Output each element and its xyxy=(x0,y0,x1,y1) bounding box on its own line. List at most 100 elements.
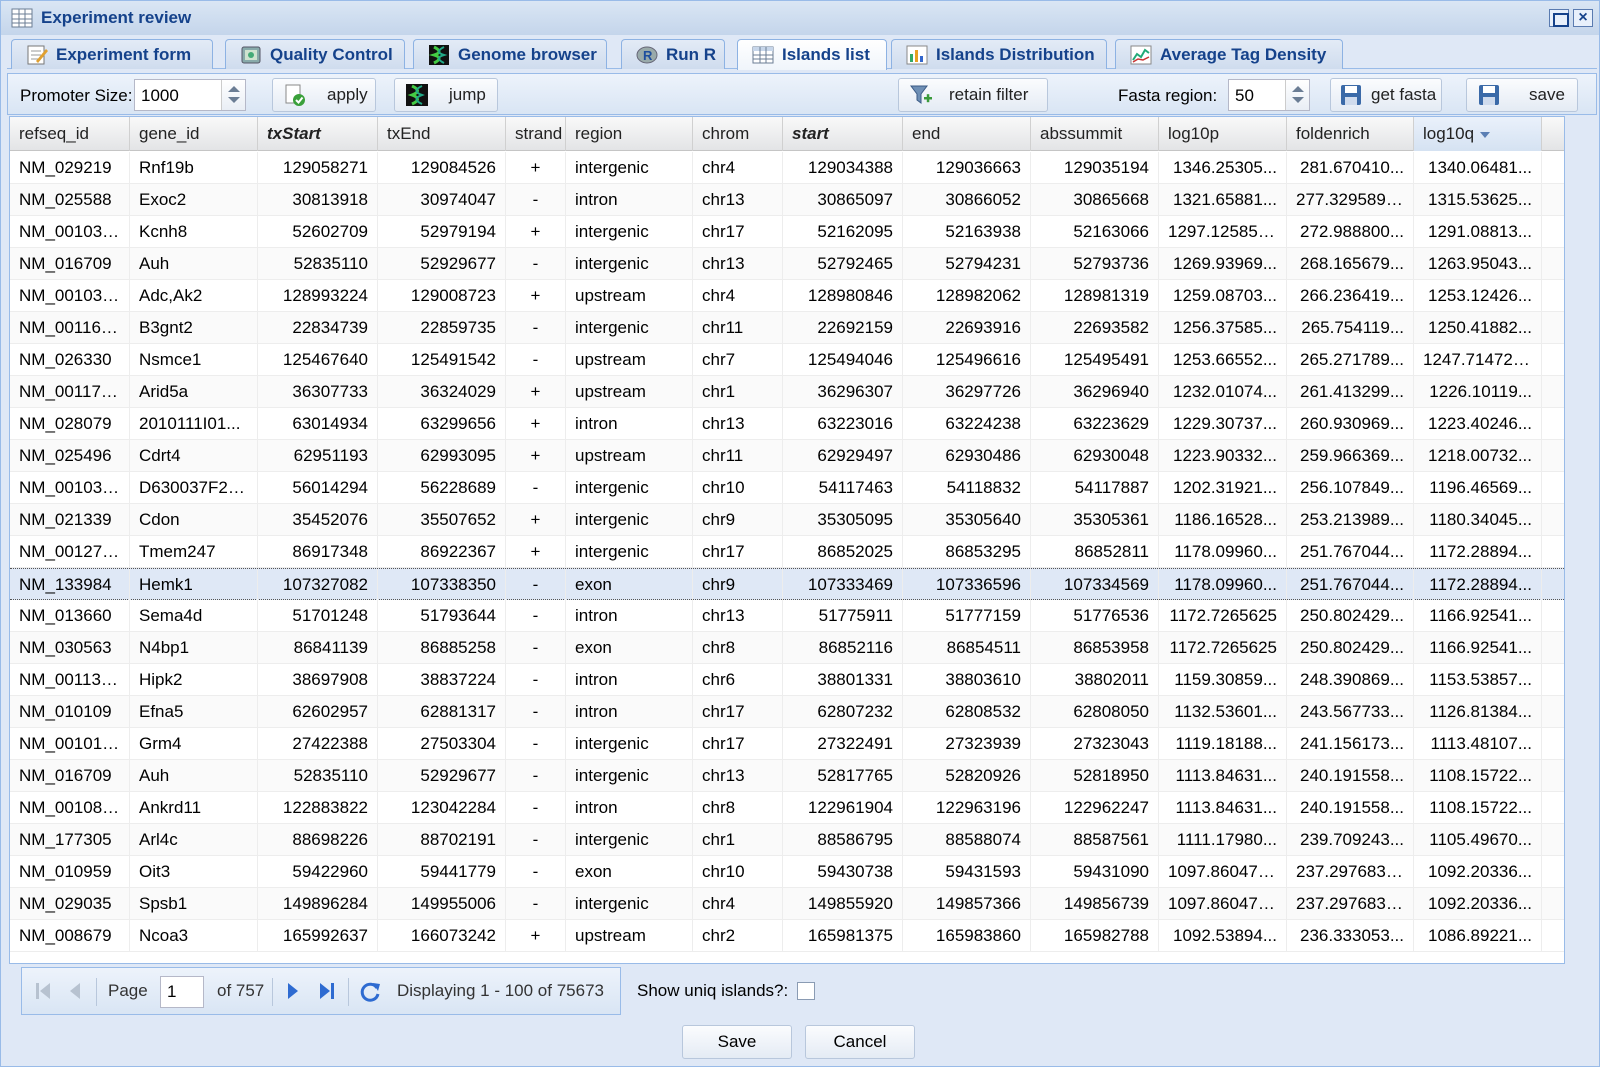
table-row[interactable]: NM_010109 Efna5 62602957 62881317- intron chr… xyxy=(10,696,1564,728)
cell-strand: - xyxy=(506,824,566,855)
cell-txstart: 38697908 xyxy=(258,664,378,695)
table-row[interactable]: NM_016709 Auh 52835110 52929677- intergenic c… xyxy=(10,248,1564,280)
previous-page-icon[interactable] xyxy=(66,980,84,1002)
save-grid-button[interactable]: save xyxy=(1466,78,1578,112)
table-row[interactable]: NM_010959 Oit3 59422960 59441779- exon chr10 5… xyxy=(10,856,1564,888)
cell-gene_id: Auh xyxy=(130,760,258,791)
column-header-txend[interactable]: txEnd xyxy=(378,117,506,151)
column-header-end[interactable]: end xyxy=(903,117,1031,151)
cell-refseq_id: NM_025496 xyxy=(10,440,130,471)
column-header-strand[interactable]: strand xyxy=(506,117,566,151)
save-button[interactable]: Save xyxy=(682,1025,792,1059)
table-row[interactable]: NM_001033... D630037F22... 56014294 5622868… xyxy=(10,472,1564,504)
table-row[interactable]: NM_021339 Cdon 35452076 35507652 + intergenic… xyxy=(10,504,1564,536)
table-row[interactable]: NM_001277... Tmem247 86917348 86922367 + inte… xyxy=(10,536,1564,568)
sort-descending-icon[interactable] xyxy=(1480,131,1491,138)
column-header-region[interactable]: region xyxy=(566,117,693,151)
promoter-size-input[interactable]: 1000 xyxy=(134,79,246,111)
cell-strand: + xyxy=(506,440,566,471)
next-page-icon[interactable] xyxy=(284,980,302,1002)
table-row[interactable]: NM_030563 N4bp1 86841139 86885258- exon chr8 8… xyxy=(10,632,1564,664)
cell-gene_id: D630037F22... xyxy=(130,472,258,503)
grid-body[interactable]: NM_029219 Rnf19b 129058271 129084526 + interg… xyxy=(10,152,1564,963)
tab-run-r[interactable]: R Run R xyxy=(621,39,725,69)
cell-refseq_id: NM_001031... xyxy=(10,216,130,247)
column-header-start[interactable]: start xyxy=(783,117,903,151)
refresh-icon[interactable] xyxy=(358,980,382,1004)
first-page-icon[interactable] xyxy=(34,980,54,1002)
table-row[interactable]: NM_008679 Ncoa3 165992637 166073242 + upstrea… xyxy=(10,920,1564,952)
cell-refseq_id: NM_010109 xyxy=(10,696,130,727)
cell-strand: - xyxy=(506,569,566,600)
cell-txstart: 30813918 xyxy=(258,184,378,215)
cancel-button[interactable]: Cancel xyxy=(805,1025,915,1059)
table-row[interactable]: NM_001013... Grm4 27422388 27503304- interge… xyxy=(10,728,1564,760)
cell-txstart: 52835110 xyxy=(258,760,378,791)
table-icon xyxy=(752,46,774,64)
retain-filter-button[interactable]: retain filter xyxy=(898,78,1048,112)
cell-abssummit: 36296940 xyxy=(1031,376,1159,407)
table-row[interactable]: NM_133984 Hemk1 107327082 107338350- exon chr… xyxy=(10,568,1564,600)
cell-log10p: 1346.25305... xyxy=(1159,152,1287,183)
close-icon[interactable]: × xyxy=(1573,9,1593,27)
fasta-region-input[interactable]: 50 xyxy=(1228,79,1310,111)
column-header-log10q[interactable]: log10q xyxy=(1414,117,1542,151)
column-header-txstart[interactable]: txStart xyxy=(258,117,378,151)
apply-button[interactable]: apply xyxy=(272,78,376,112)
table-row[interactable]: NM_029035 Spsb1 149896284 149955006- interge… xyxy=(10,888,1564,920)
tab-average-tag-density[interactable]: Average Tag Density xyxy=(1115,39,1343,69)
table-row[interactable]: NM_001136... Hipk2 38697908 38837224- intron… xyxy=(10,664,1564,696)
tab-islands-list[interactable]: Islands list xyxy=(737,39,887,70)
tab-label: Experiment form xyxy=(56,44,192,64)
get-fasta-button[interactable]: get fasta xyxy=(1330,78,1442,112)
table-row[interactable]: NM_029219 Rnf19b 129058271 129084526 + interg… xyxy=(10,152,1564,184)
column-header-log10p[interactable]: log10p xyxy=(1159,117,1287,151)
show-uniq-islands-checkbox[interactable] xyxy=(797,982,815,1000)
maximize-icon[interactable] xyxy=(1549,9,1569,27)
cell-start: 149855920 xyxy=(783,888,903,919)
cell-txstart: 51701248 xyxy=(258,600,378,631)
cell-chrom: chr9 xyxy=(693,569,783,600)
floppy-disk-icon xyxy=(1479,85,1499,105)
cell-foldenrich: 265.754119... xyxy=(1287,312,1414,343)
spinner-arrows-icon[interactable] xyxy=(221,80,245,110)
cell-txend: 125491542 xyxy=(378,344,506,375)
table-row[interactable]: NM_001033... Adc,Ak2 128993224 129008723 + up… xyxy=(10,280,1564,312)
column-header-chrom[interactable]: chrom xyxy=(693,117,783,151)
cell-foldenrich: 265.271789... xyxy=(1287,344,1414,375)
fasta-region-label: Fasta region: xyxy=(1118,86,1218,105)
cell-txstart: 129058271 xyxy=(258,152,378,183)
cell-txend: 52929677 xyxy=(378,248,506,279)
spinner-arrows-icon[interactable] xyxy=(1285,80,1309,110)
cell-gene_id: Arid5a xyxy=(130,376,258,407)
cell-txstart: 52835110 xyxy=(258,248,378,279)
column-header-foldenrich[interactable]: foldenrich xyxy=(1287,117,1414,151)
tab-experiment-form[interactable]: Experiment form xyxy=(11,39,213,69)
window-titlebar[interactable]: Experiment review × xyxy=(1,1,1599,35)
table-row[interactable]: NM_026330 Nsmce1 125467640 125491542- upstre… xyxy=(10,344,1564,376)
cell-region: upstream xyxy=(566,344,693,375)
jump-button[interactable]: jump xyxy=(394,78,498,112)
cell-strand: + xyxy=(506,280,566,311)
table-row[interactable]: NM_001169... B3gnt2 22834739 22859735- inter… xyxy=(10,312,1564,344)
page-number-input[interactable]: 1 xyxy=(160,976,204,1008)
table-row[interactable]: NM_025588 Exoc2 30813918 30974047- intron chr… xyxy=(10,184,1564,216)
cell-txstart: 165992637 xyxy=(258,920,378,951)
tab-genome-browser[interactable]: Genome browser xyxy=(413,39,607,69)
cell-region: intron xyxy=(566,184,693,215)
table-row[interactable]: NM_013660 Sema4d 51701248 51793644- intron ch… xyxy=(10,600,1564,632)
table-row[interactable]: NM_001031... Kcnh8 52602709 52979194 + interg… xyxy=(10,216,1564,248)
table-row[interactable]: NM_016709 Auh 52835110 52929677- intergenic c… xyxy=(10,760,1564,792)
column-header-abssummit[interactable]: abssummit xyxy=(1031,117,1159,151)
tab-islands-distribution[interactable]: Islands Distribution xyxy=(891,39,1107,69)
table-row[interactable]: NM_025496 Cdrt4 62951193 62993095 + upstream c… xyxy=(10,440,1564,472)
table-row[interactable]: NM_177305 Arl4c 88698226 88702191- intergeni… xyxy=(10,824,1564,856)
column-header-refseq_id[interactable]: refseq_id xyxy=(10,117,130,151)
column-header-gene_id[interactable]: gene_id xyxy=(130,117,258,151)
tab-quality-control[interactable]: Quality Control xyxy=(225,39,405,69)
table-row[interactable]: NM_028079 2010111I01... 63014934 63299656 + i… xyxy=(10,408,1564,440)
last-page-icon[interactable] xyxy=(316,980,336,1002)
table-row[interactable]: NM_001172... Arid5a 36307733 36324029 + upstr… xyxy=(10,376,1564,408)
table-row[interactable]: NM_001081... Ankrd11 122883822 123042284- in… xyxy=(10,792,1564,824)
cell-foldenrich: 272.988800... xyxy=(1287,216,1414,247)
